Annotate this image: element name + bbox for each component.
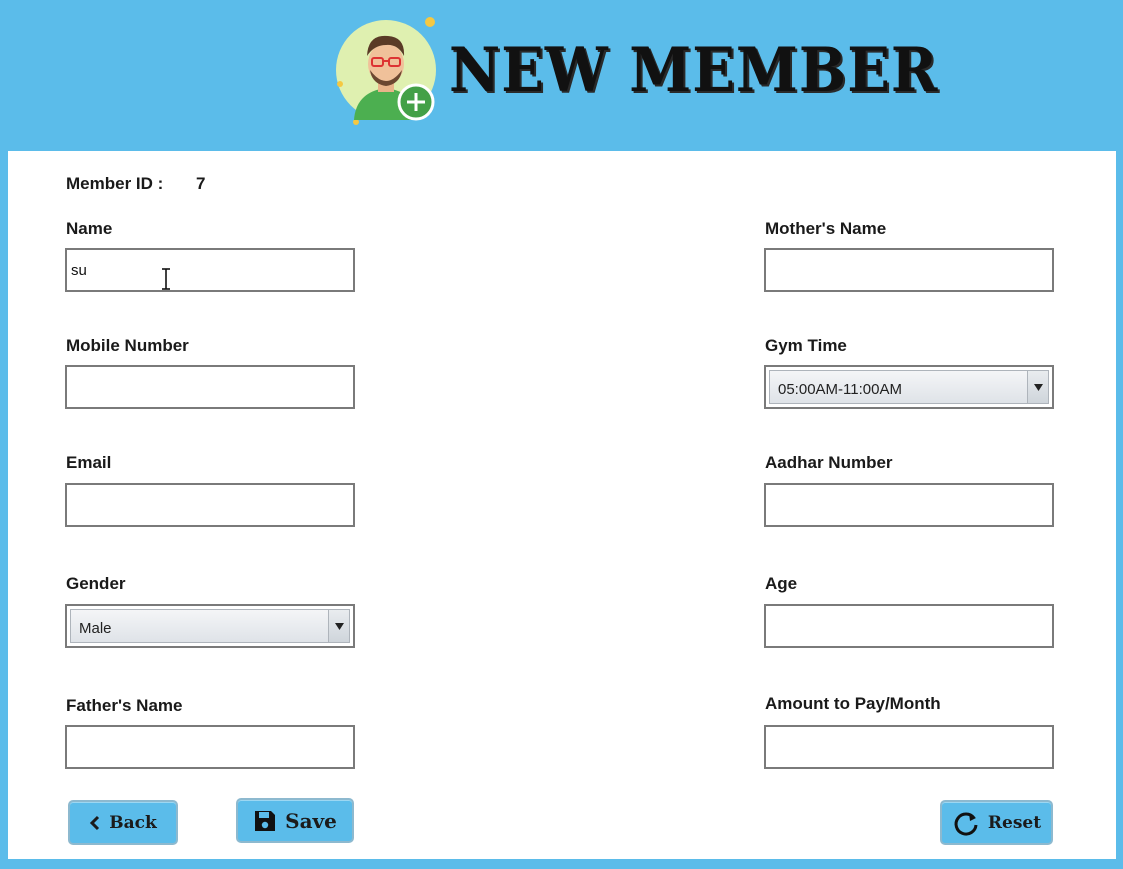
mother-label: Mother's Name xyxy=(765,219,887,238)
triangle-down-icon xyxy=(1033,383,1043,391)
mother-name-input[interactable] xyxy=(764,248,1054,292)
gender-select-box[interactable]: Male xyxy=(70,609,350,643)
new-member-avatar-icon xyxy=(336,17,436,125)
aadhar-input[interactable] xyxy=(764,483,1054,527)
name-label: Name xyxy=(66,219,113,238)
mobile-label: Mobile Number xyxy=(66,336,189,355)
floppy-disk-icon xyxy=(255,810,276,831)
mobile-input[interactable] xyxy=(65,365,355,409)
chevron-left-icon xyxy=(90,815,100,830)
aadhar-label: Aadhar Number xyxy=(765,453,893,472)
gym-time-dropdown-arrow[interactable] xyxy=(1027,371,1048,403)
back-button[interactable]: Back xyxy=(68,800,178,845)
gender-label: Gender xyxy=(66,574,126,593)
email-input[interactable] xyxy=(65,483,355,527)
age-input[interactable] xyxy=(764,604,1054,648)
email-label: Email xyxy=(66,453,112,472)
text-cursor-icon xyxy=(162,268,170,290)
name-input[interactable] xyxy=(65,248,355,292)
gender-select[interactable]: Male xyxy=(65,604,355,648)
amount-label: Amount to Pay/Month xyxy=(765,694,941,713)
header-bar: NEW MEMBER xyxy=(0,0,1123,150)
amount-input[interactable] xyxy=(764,725,1054,769)
gym-time-selected-value: 05:00AM-11:00AM xyxy=(778,381,902,398)
father-label: Father's Name xyxy=(66,696,183,715)
save-button[interactable]: Save xyxy=(236,798,354,843)
age-label: Age xyxy=(765,574,798,593)
father-name-input[interactable] xyxy=(65,725,355,769)
refresh-icon xyxy=(954,812,978,836)
gym-time-label: Gym Time xyxy=(765,336,847,355)
triangle-down-icon xyxy=(334,622,344,630)
gender-dropdown-arrow[interactable] xyxy=(328,610,349,642)
gym-time-select-box[interactable]: 05:00AM-11:00AM xyxy=(769,370,1049,404)
gender-selected-value: Male xyxy=(79,620,112,637)
member-id-label: Member ID : xyxy=(66,174,164,193)
back-button-label: Back xyxy=(109,812,157,833)
page-title: NEW MEMBER xyxy=(449,34,939,106)
save-button-label: Save xyxy=(285,808,337,833)
reset-button-label: Reset xyxy=(987,812,1042,833)
gym-time-select[interactable]: 05:00AM-11:00AM xyxy=(764,365,1054,409)
reset-button[interactable]: Reset xyxy=(940,800,1053,845)
member-id-value: 7 xyxy=(196,174,206,193)
